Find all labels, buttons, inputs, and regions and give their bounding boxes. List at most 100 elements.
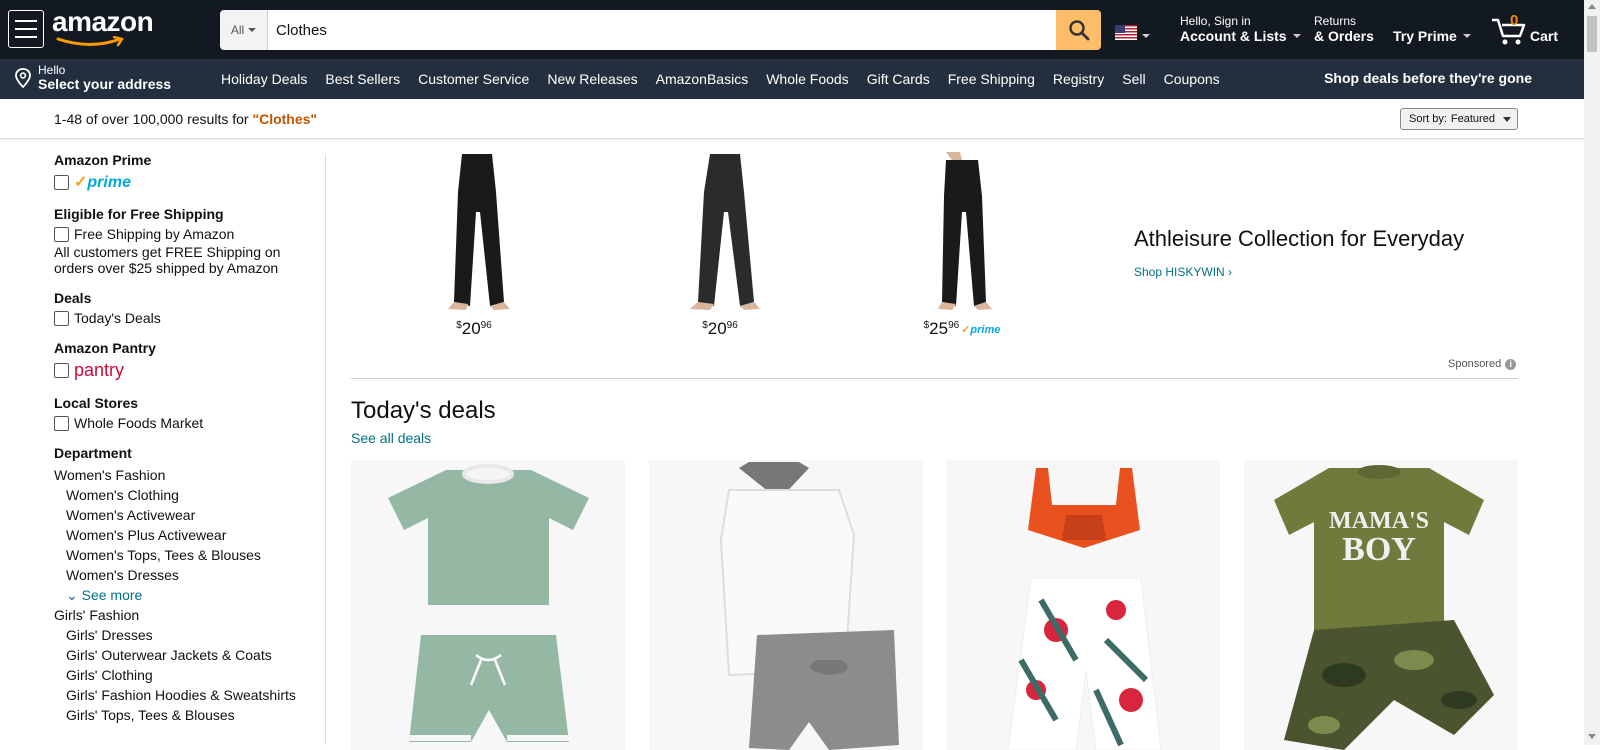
pantry-checkbox[interactable] (54, 363, 69, 378)
subnav-free-shipping[interactable]: Free Shipping (939, 71, 1044, 87)
shirt-text-2: BOY (1342, 531, 1416, 568)
dept-womens-plus-activewear[interactable]: Women's Plus Activewear (54, 525, 314, 545)
deal-card-1[interactable] (351, 460, 625, 750)
amazon-logo[interactable]: amazon (52, 8, 154, 48)
menu-icon[interactable] (8, 10, 44, 48)
cart-link[interactable]: 0 Cart (1490, 12, 1559, 46)
whole-foods-label: Whole Foods Market (74, 415, 204, 431)
orders-label: & Orders (1314, 28, 1374, 44)
sidebar-divider (325, 154, 326, 745)
scroll-thumb[interactable] (1587, 16, 1597, 52)
dept-womens-dresses[interactable]: Women's Dresses (54, 565, 314, 585)
results-count: 1-48 of over 100,000 results for "Clothe… (54, 111, 317, 127)
free-shipping-option[interactable]: Free Shipping by Amazon (54, 226, 314, 242)
subnav-amazonbasics[interactable]: AmazonBasics (647, 71, 758, 87)
todays-deals-option[interactable]: Today's Deals (54, 310, 314, 326)
account-lists-link[interactable]: Hello, Sign in Account & Lists (1180, 14, 1301, 44)
subnav-gift-cards[interactable]: Gift Cards (858, 71, 939, 87)
promo-link[interactable]: Shop deals before they're gone (1324, 70, 1532, 86)
chevron-down-icon (1292, 34, 1301, 38)
product-image (388, 464, 589, 742)
department-title: Department (54, 445, 132, 461)
section-divider (351, 378, 1518, 379)
shop-brand-link[interactable]: Shop HISKYWIN › (1134, 265, 1232, 279)
subnav-sell[interactable]: Sell (1113, 71, 1154, 87)
chevron-right-icon: › (1228, 265, 1233, 279)
whole-foods-option[interactable]: Whole Foods Market (54, 415, 314, 431)
chevron-down-icon (1142, 34, 1150, 38)
see-more-link[interactable]: ⌄ See more (54, 585, 314, 605)
sponsored-text: Sponsored (1448, 358, 1502, 370)
returns-label: Returns (1314, 14, 1357, 28)
address-selector[interactable]: Hello Select your address (14, 64, 171, 92)
search-icon (1068, 20, 1089, 41)
dept-girls-fashion[interactable]: Girls' Fashion (54, 605, 314, 625)
see-all-deals-link[interactable]: See all deals (351, 430, 431, 446)
subnav-holiday-deals[interactable]: Holiday Deals (212, 71, 316, 87)
chevron-down-icon: ⌄ (66, 587, 78, 603)
sponsored-product-3[interactable]: $25 96 ✓prime (902, 152, 1022, 339)
local-stores-title: Local Stores (54, 395, 139, 411)
search-button[interactable] (1056, 10, 1101, 50)
subnav-registry[interactable]: Registry (1044, 71, 1113, 87)
sponsored-product-1[interactable]: $20 96 (414, 152, 534, 339)
subnav-new-releases[interactable]: New Releases (538, 71, 646, 87)
deals-filter-title: Deals (54, 290, 92, 306)
search-input[interactable] (268, 10, 1056, 50)
deal-card-2[interactable] (649, 460, 923, 750)
prime-filter-option[interactable]: ✓prime (54, 172, 314, 192)
prime-badge: ✓prime (961, 324, 1001, 336)
subnav-best-sellers[interactable]: Best Sellers (316, 71, 409, 87)
sort-dropdown[interactable]: Sort by: Featured (1400, 108, 1518, 130)
try-prime-link[interactable]: Try Prime (1393, 28, 1471, 44)
todays-deals-checkbox[interactable] (54, 310, 69, 326)
dept-womens-fashion[interactable]: Women's Fashion (54, 465, 314, 485)
dept-girls-dresses[interactable]: Girls' Dresses (54, 625, 314, 645)
dept-womens-clothing[interactable]: Women's Clothing (54, 485, 314, 505)
search-category-dropdown[interactable]: All (220, 10, 268, 50)
dept-girls-tops[interactable]: Girls' Tops, Tees & Blouses (54, 705, 314, 725)
free-shipping-checkbox[interactable] (54, 226, 69, 242)
sub-navbar: Hello Select your address Holiday Deals … (0, 59, 1584, 99)
sponsored-product-2[interactable]: $20 96 (660, 152, 780, 339)
pantry-filter-title: Amazon Pantry (54, 340, 156, 356)
chevron-down-icon (1462, 34, 1471, 38)
pantry-option[interactable]: pantry (54, 360, 314, 381)
shipping-note: All customers get FREE Shipping on order… (54, 244, 281, 276)
scrollbar[interactable] (1584, 0, 1600, 745)
address-label: Select your address (38, 76, 172, 92)
results-query: "Clothes" (252, 111, 318, 127)
shipping-filter-title: Eligible for Free Shipping (54, 206, 224, 222)
subnav-whole-foods[interactable]: Whole Foods (757, 71, 857, 87)
returns-orders-link[interactable]: Returns & Orders (1314, 14, 1374, 44)
dept-girls-outerwear[interactable]: Girls' Outerwear Jackets & Coats (54, 645, 314, 665)
account-greeting: Hello, Sign in (1180, 14, 1251, 28)
product-image (690, 154, 760, 310)
subnav-coupons[interactable]: Coupons (1155, 71, 1229, 87)
sort-label: Sort by: (1409, 113, 1447, 125)
product-price: $25 96 ✓prime (923, 319, 1001, 338)
deal-card-3[interactable] (946, 460, 1220, 750)
sponsored-headline: Athleisure Collection for Everyday (1134, 226, 1465, 251)
whole-foods-checkbox[interactable] (54, 415, 69, 431)
scroll-down-icon[interactable] (1588, 734, 1596, 739)
account-label: Account & Lists (1180, 28, 1287, 44)
prime-filter-title: Amazon Prime (54, 152, 152, 168)
prime-checkbox[interactable] (54, 174, 69, 190)
dept-womens-activewear[interactable]: Women's Activewear (54, 505, 314, 525)
scroll-up-icon[interactable] (1588, 4, 1596, 9)
results-count-text: 1-48 of over 100,000 results for (54, 111, 253, 127)
deals-heading: Today's deals (351, 397, 496, 424)
search-bar: All (220, 10, 1101, 50)
dept-girls-clothing[interactable]: Girls' Clothing (54, 665, 314, 685)
dept-girls-hoodies[interactable]: Girls' Fashion Hoodies & Sweatshirts (54, 685, 314, 705)
cart-label: Cart (1530, 28, 1559, 44)
subnav-customer-service[interactable]: Customer Service (409, 71, 538, 87)
us-flag-icon[interactable] (1115, 25, 1137, 40)
cart-icon (1492, 18, 1526, 45)
sponsored-label[interactable]: Sponsored i (1448, 358, 1517, 370)
dept-womens-tops[interactable]: Women's Tops, Tees & Blouses (54, 545, 314, 565)
deal-card-4[interactable]: MAMA'S BOY (1244, 460, 1518, 750)
info-icon[interactable]: i (1505, 358, 1517, 370)
product-price: $20 96 (702, 319, 738, 338)
